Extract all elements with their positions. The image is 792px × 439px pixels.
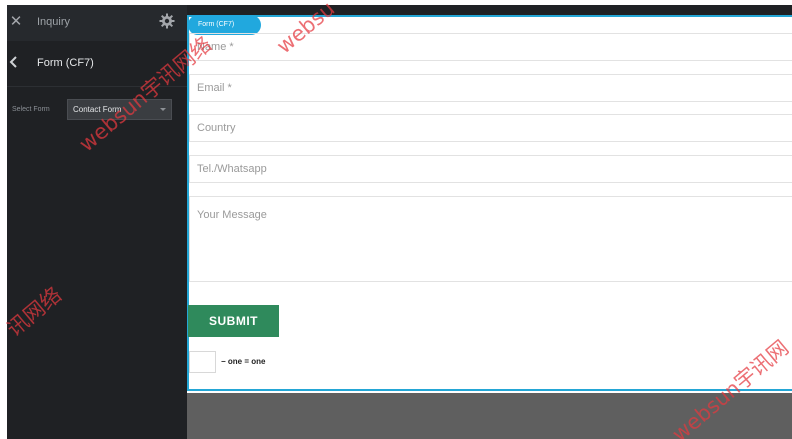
select-form-value: Contact Form [73, 105, 122, 114]
email-field[interactable]: Email * [189, 74, 792, 102]
submit-button[interactable]: SUBMIT [188, 305, 279, 337]
back-arrow-icon[interactable] [8, 55, 20, 69]
panel-title: Inquiry [37, 16, 71, 28]
tel-field[interactable]: Tel./Whatsapp [189, 155, 792, 183]
select-form-label: Select Form [12, 106, 50, 113]
chevron-down-icon [160, 108, 166, 111]
top-bar [187, 5, 792, 15]
select-form-dropdown[interactable]: Contact Form [67, 99, 172, 120]
gear-icon[interactable] [159, 13, 175, 29]
captcha-input[interactable] [189, 351, 216, 373]
sub-header: Form (CF7) [7, 41, 187, 87]
close-icon[interactable]: ✕ [9, 14, 23, 30]
name-field[interactable]: Name * [189, 33, 792, 61]
editor-panel: ✕ Inquiry Form (CF7) Select Form Contact… [7, 5, 187, 439]
page-footer [187, 393, 792, 439]
widget-badge[interactable]: Form (CF7) [188, 15, 261, 35]
section-title: Form (CF7) [37, 57, 94, 69]
captcha-question: − one = one [221, 357, 266, 366]
panel-header: ✕ Inquiry [7, 5, 187, 41]
country-field[interactable]: Country [189, 114, 792, 142]
message-field[interactable]: Your Message [189, 196, 792, 282]
